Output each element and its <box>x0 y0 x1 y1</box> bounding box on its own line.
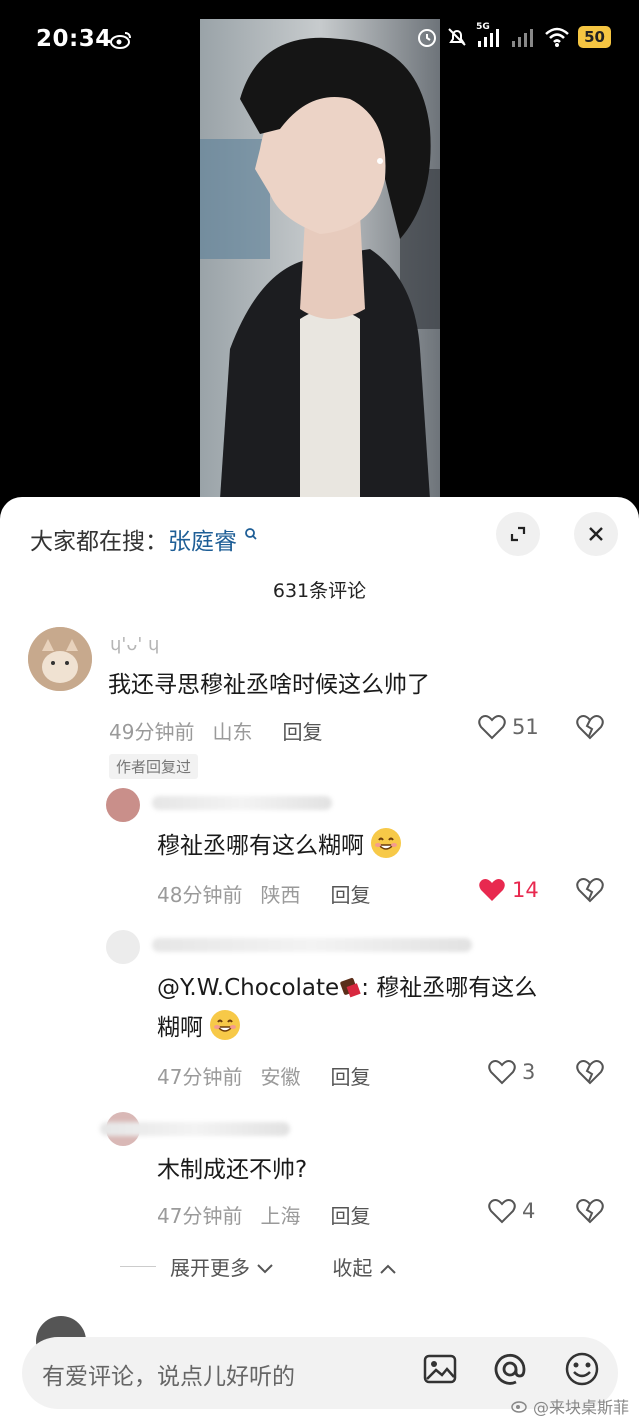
like-button[interactable]: 14 <box>478 877 539 903</box>
status-bar: 20:34 5G 50 <box>0 0 639 82</box>
mute-bell-icon <box>448 28 466 46</box>
trending-search-keyword[interactable]: 张庭睿 <box>168 529 237 555</box>
blurred-username <box>152 796 332 810</box>
author-replied-badge: 作者回复过 <box>109 754 199 779</box>
reply-text-body: : 穆祉丞哪有这么 <box>361 975 538 1001</box>
weibo-logo-icon <box>511 1401 527 1413</box>
reply-text-body: 穆祉丞哪有这么糊啊 <box>157 833 364 859</box>
reply-meta: 48分钟前 陕西 回复 <box>157 879 370 908</box>
battery-level: 50 <box>578 26 611 48</box>
comment-text: 我还寻思穆祉丞啥时候这么帅了 <box>108 672 430 698</box>
signal-icon <box>512 29 534 47</box>
reply-button[interactable]: 回复 <box>330 1061 370 1090</box>
search-icon <box>245 528 257 540</box>
broken-heart-icon <box>576 878 604 903</box>
reply-text-line2: 糊啊 <box>157 1015 203 1041</box>
reply-location: 陕西 <box>260 883 301 907</box>
comments-count: 631条评论 <box>272 580 367 602</box>
dislike-button[interactable] <box>576 1059 604 1089</box>
expand-more-label: 展开更多 <box>170 1256 250 1280</box>
avatar[interactable] <box>106 930 140 964</box>
emoji-icon[interactable] <box>564 1351 600 1391</box>
like-count: 3 <box>522 1060 536 1084</box>
mention-icon[interactable] <box>492 1351 528 1391</box>
avatar[interactable] <box>106 788 140 822</box>
trending-search-label: 大家都在搜： <box>30 529 168 555</box>
dislike-button[interactable] <box>576 1198 604 1228</box>
heart-icon <box>488 1060 516 1085</box>
divider <box>120 1266 156 1267</box>
avatar[interactable] <box>28 627 92 691</box>
weibo-icon <box>110 31 132 53</box>
status-icons: 5G 50 <box>416 22 611 48</box>
chocolate-emoji-icon <box>339 971 361 998</box>
close-button[interactable] <box>574 512 618 556</box>
alarm-icon <box>418 29 437 47</box>
like-count: 14 <box>512 878 539 902</box>
collapse-label: 收起 <box>332 1256 373 1280</box>
watermark-text: @来块桌斯菲 <box>532 1398 629 1417</box>
reply-button[interactable]: 回复 <box>330 879 370 908</box>
close-icon <box>589 527 603 541</box>
smile-emoji-icon <box>210 1010 241 1040</box>
comment-username[interactable]: ɥ'ᴗ' ɥ <box>110 634 159 655</box>
blurred-username <box>152 938 472 952</box>
blurred-username <box>100 1122 290 1136</box>
signal-5g-icon: 5G <box>476 22 502 48</box>
watermark: @来块桌斯菲 <box>511 1394 629 1418</box>
mention-link[interactable]: @Y.W.Chocolate <box>157 975 339 1001</box>
heart-icon <box>478 715 506 740</box>
dislike-button[interactable] <box>576 877 604 907</box>
expand-icon <box>510 526 526 542</box>
heart-icon <box>488 1199 516 1224</box>
heart-filled-icon <box>479 879 505 901</box>
comment-sheet <box>0 497 639 1422</box>
like-button[interactable]: 3 <box>488 1059 535 1085</box>
like-count: 4 <box>522 1199 536 1223</box>
reply-time: 48分钟前 <box>157 883 243 907</box>
comment-meta: 49分钟前 山东 回复 <box>109 716 322 745</box>
reply-button[interactable]: 回复 <box>282 716 322 745</box>
reply-time: 47分钟前 <box>157 1204 243 1228</box>
reply-button[interactable]: 回复 <box>330 1200 370 1229</box>
dislike-button[interactable] <box>576 714 604 744</box>
reply-text: 木制成还不帅? <box>157 1157 308 1183</box>
reply-location: 安徽 <box>260 1065 301 1089</box>
comment-time: 49分钟前 <box>109 720 195 744</box>
reply-time: 47分钟前 <box>157 1065 243 1089</box>
reply-meta: 47分钟前 上海 回复 <box>157 1200 370 1229</box>
broken-heart-icon <box>576 1199 604 1224</box>
post-photo[interactable] <box>200 19 440 499</box>
expand-button[interactable] <box>496 512 540 556</box>
reply-text: @Y.W.Chocolate : 穆祉丞哪有这么 糊啊 <box>157 968 607 1048</box>
broken-heart-icon <box>576 715 604 740</box>
collapse-button[interactable]: 收起 <box>332 1252 396 1281</box>
like-button[interactable]: 4 <box>488 1198 535 1224</box>
thread-controls: 展开更多 收起 <box>120 1252 397 1281</box>
reply-location: 上海 <box>260 1204 301 1228</box>
expand-more-button[interactable]: 展开更多 <box>170 1252 274 1281</box>
image-icon[interactable] <box>422 1351 458 1391</box>
comment-location: 山东 <box>212 720 253 744</box>
broken-heart-icon <box>576 1060 604 1085</box>
trending-search[interactable]: 大家都在搜：张庭睿 <box>30 522 258 556</box>
like-count: 51 <box>512 715 539 739</box>
smile-emoji-icon <box>371 828 402 858</box>
status-time: 20:34 <box>36 26 112 52</box>
wifi-icon <box>545 27 569 47</box>
chevron-down-icon <box>257 1264 274 1274</box>
chevron-up-icon <box>380 1264 396 1274</box>
like-button[interactable]: 51 <box>478 714 539 740</box>
comment-input-placeholder[interactable]: 有爱评论，说点儿好听的 <box>42 1357 295 1391</box>
reply-text: 穆祉丞哪有这么糊啊 <box>157 826 402 866</box>
reply-meta: 47分钟前 安徽 回复 <box>157 1061 370 1090</box>
